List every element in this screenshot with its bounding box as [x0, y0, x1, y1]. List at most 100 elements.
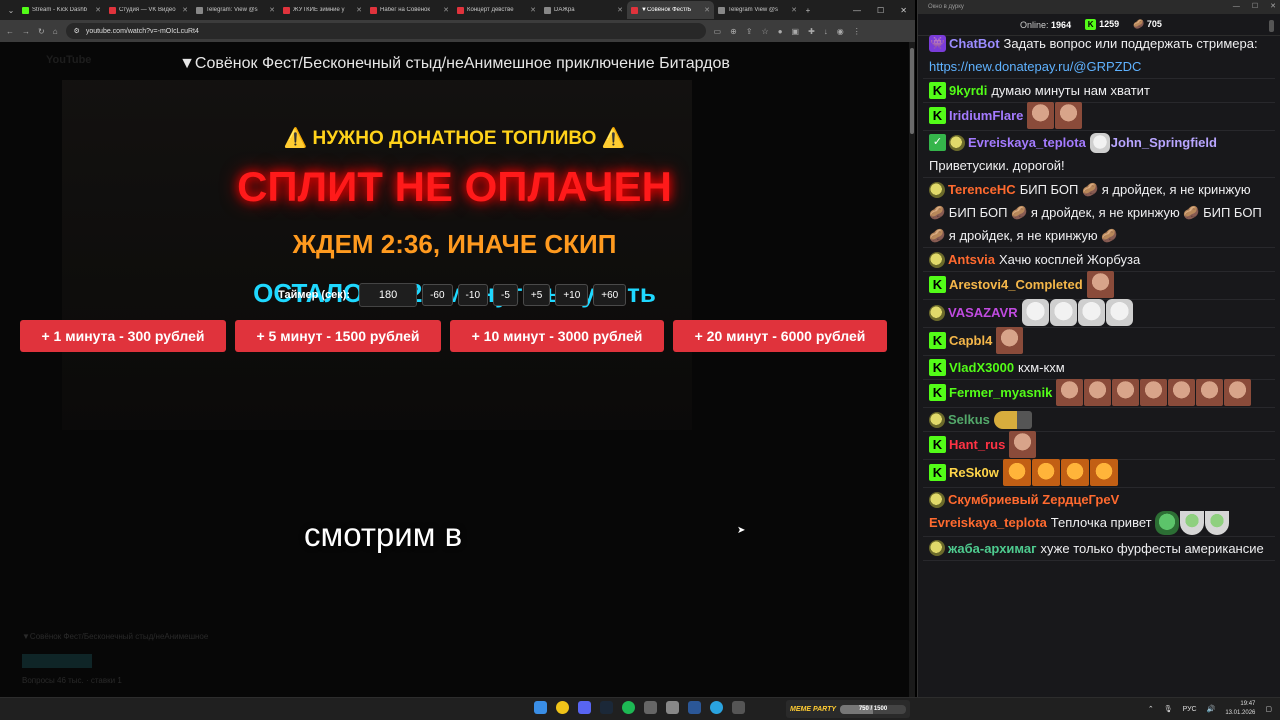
- donate-button[interactable]: + 1 минута - 300 рублей: [20, 320, 226, 352]
- chat-message[interactable]: K IridiumFlare: [923, 102, 1275, 131]
- tray-chevron-icon[interactable]: ⌃: [1148, 705, 1154, 713]
- chat-message[interactable]: Скумбриевый ZердцеГреV Evreiskaya_teplota…: [923, 488, 1275, 537]
- chrome-icon[interactable]: [556, 701, 569, 714]
- chat-message[interactable]: TerenceHC БИП БОП 🥔 я дройдек, я не кринж…: [923, 178, 1275, 248]
- chat-username[interactable]: ReSk0w: [949, 465, 999, 480]
- site-info-icon[interactable]: ⚙: [74, 27, 80, 35]
- timer-adjust-button[interactable]: -60: [422, 284, 453, 306]
- obs-icon[interactable]: [644, 701, 657, 714]
- timer-adjust-button[interactable]: -5: [493, 284, 518, 306]
- chat-message[interactable]: K Arestovi4_Completed: [923, 271, 1275, 300]
- chat-username[interactable]: VladX3000: [949, 360, 1014, 375]
- telegram-icon[interactable]: [710, 701, 723, 714]
- language-indicator[interactable]: РУС: [1183, 706, 1197, 713]
- chat-username[interactable]: Antsvia: [948, 252, 995, 267]
- steam-icon[interactable]: [600, 701, 613, 714]
- chat-maximize-icon[interactable]: ☐: [1252, 0, 1258, 14]
- timer-adjust-button[interactable]: +10: [555, 284, 589, 306]
- tab-close-icon[interactable]: ✕: [95, 6, 101, 14]
- tab-close-icon[interactable]: ✕: [530, 6, 536, 14]
- reply-username[interactable]: John_Springfield: [1111, 135, 1217, 150]
- reload-icon[interactable]: ↻: [38, 27, 45, 36]
- meme-party-widget[interactable]: MEME PARTY 750 / 1500: [786, 700, 910, 718]
- media-icon[interactable]: [688, 701, 701, 714]
- chat-message[interactable]: жаба-архимаг хуже только фурфесты америка…: [923, 537, 1275, 561]
- bookmark-icon[interactable]: ☆: [762, 27, 769, 36]
- chat-message[interactable]: Antsvia Хачю косплей Жорбуза: [923, 248, 1275, 272]
- clock[interactable]: 19:47 13.01.2026: [1225, 700, 1255, 718]
- chat-username[interactable]: Hant_rus: [949, 437, 1005, 452]
- downloads-icon[interactable]: ↓: [824, 27, 828, 36]
- tab-close-icon[interactable]: ✕: [269, 6, 275, 14]
- tab-close-icon[interactable]: ✕: [356, 6, 362, 14]
- scrollbar-thumb[interactable]: [910, 48, 914, 134]
- start-icon[interactable]: [534, 701, 547, 714]
- chat-username[interactable]: IridiumFlare: [949, 108, 1023, 123]
- donate-button[interactable]: + 5 минут - 1500 рублей: [235, 320, 441, 352]
- browser-tab[interactable]: ЖУТКИЕ зимние у ✕: [279, 1, 366, 19]
- chat-message[interactable]: K VladX3000 кхм-кхм: [923, 356, 1275, 380]
- browser-tab[interactable]: Telegram View @s ✕: [714, 1, 801, 19]
- url-field[interactable]: ⚙ youtube.com/watch?v=-mOIcLcuRt4: [65, 23, 706, 39]
- chat-message[interactable]: VASAZAVR: [923, 299, 1275, 328]
- timer-adjust-button[interactable]: +60: [593, 284, 627, 306]
- browser-tab[interactable]: Telegram: View @s ✕: [192, 1, 279, 19]
- notifications-icon[interactable]: ▢: [1265, 705, 1272, 713]
- chat-message[interactable]: K 9kyrdi думаю минуты нам хватит: [923, 79, 1275, 103]
- chat-username[interactable]: 9kyrdi: [949, 83, 987, 98]
- extensions-icon[interactable]: ✚: [808, 27, 815, 36]
- new-tab-button[interactable]: +: [801, 3, 815, 17]
- chat-message[interactable]: Selkus: [923, 408, 1275, 432]
- chat-message[interactable]: ✓ Evreiskaya_teplota John_Springfield Приве…: [923, 131, 1275, 178]
- browser-tab[interactable]: ▼Совёнок Фест/Б ✕: [627, 1, 714, 19]
- chat-username[interactable]: VASAZAVR: [948, 305, 1018, 320]
- tool-icon[interactable]: [732, 701, 745, 714]
- chat-message[interactable]: K ReSk0w: [923, 459, 1275, 488]
- browser-tab[interactable]: Студия — VK Видео ✕: [105, 1, 192, 19]
- discord-icon[interactable]: [578, 701, 591, 714]
- chat-minimize-icon[interactable]: —: [1233, 0, 1240, 14]
- tab-close-icon[interactable]: ✕: [443, 6, 449, 14]
- donate-button[interactable]: + 20 минут - 6000 рублей: [673, 320, 887, 352]
- chat-scrollbar[interactable]: [1269, 20, 1274, 32]
- timer-adjust-button[interactable]: -10: [457, 284, 488, 306]
- chat-username[interactable]: Selkus: [948, 412, 990, 427]
- chat-message[interactable]: K Capbl4: [923, 327, 1275, 356]
- chat-message[interactable]: K Hant_rus: [923, 431, 1275, 460]
- menu-icon[interactable]: ⋮: [853, 27, 861, 36]
- close-icon[interactable]: ✕: [900, 6, 907, 15]
- tab-close-icon[interactable]: ✕: [704, 6, 710, 14]
- mic-icon[interactable]: 🎙: [1164, 705, 1173, 713]
- browser-tab[interactable]: DAЖра ✕: [540, 1, 627, 19]
- chat-username[interactable]: Evreiskaya_teplota: [929, 515, 1047, 530]
- timer-input[interactable]: [359, 283, 418, 307]
- chat-username[interactable]: Arestovi4_Completed: [949, 277, 1083, 292]
- chat-username[interactable]: Capbl4: [949, 333, 992, 348]
- chat-message[interactable]: K Fermer_myasnik: [923, 379, 1275, 408]
- chat-message[interactable]: 👾 ChatBot Задать вопрос или поддержать стр…: [923, 32, 1275, 79]
- zoom-icon[interactable]: ⊕: [730, 27, 737, 36]
- back-icon[interactable]: ←: [6, 27, 14, 36]
- extension-a-icon[interactable]: ●: [778, 27, 783, 36]
- channel-badge[interactable]: [22, 654, 92, 668]
- maximize-icon[interactable]: ☐: [877, 6, 884, 15]
- share-icon[interactable]: ⇪: [746, 27, 753, 36]
- app-icon[interactable]: [666, 701, 679, 714]
- chat-username[interactable]: Скумбриевый ZердцеГреV: [948, 492, 1119, 507]
- page-scrollbar[interactable]: [909, 42, 915, 697]
- browser-tab[interactable]: Stream - Kick Dashb ✕: [18, 1, 105, 19]
- timer-adjust-button[interactable]: +5: [522, 284, 551, 306]
- volume-icon[interactable]: 🔊: [1207, 705, 1216, 713]
- donate-button[interactable]: + 10 минут - 3000 рублей: [450, 320, 664, 352]
- spotify-icon[interactable]: [622, 701, 635, 714]
- tab-close-icon[interactable]: ✕: [791, 6, 797, 14]
- minimize-icon[interactable]: —: [853, 6, 861, 15]
- chat-username[interactable]: ChatBot: [949, 36, 1000, 51]
- chat-link[interactable]: https://new.donatepay.ru/@GRPZDC: [929, 59, 1141, 74]
- tab-search-icon[interactable]: ⌄: [4, 3, 18, 17]
- browser-tab[interactable]: Набег на Совёнок ✕: [366, 1, 453, 19]
- chat-username[interactable]: жаба-архимаг: [948, 541, 1037, 556]
- chat-username[interactable]: TerenceHC: [948, 182, 1016, 197]
- tab-close-icon[interactable]: ✕: [617, 6, 623, 14]
- tab-close-icon[interactable]: ✕: [182, 6, 188, 14]
